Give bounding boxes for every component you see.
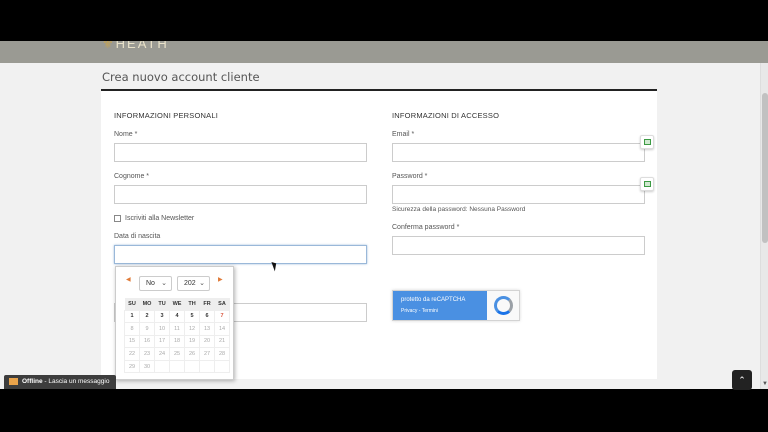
weekday-header: FR bbox=[199, 298, 215, 310]
confirm-password-label: Conferma password * bbox=[392, 224, 460, 231]
weekday-header: SU bbox=[124, 298, 140, 310]
calendar-grid: SU MO TU WE TH FR SA 1 2 3 4 5 6 7 8 9 10 11 12 13 14 15 16 17… bbox=[124, 298, 230, 374]
calendar-day[interactable]: 11 bbox=[169, 322, 185, 336]
calendar-day[interactable]: 25 bbox=[169, 347, 185, 361]
prev-month-icon[interactable]: ◀ bbox=[126, 276, 131, 283]
calendar-day[interactable]: 3 bbox=[154, 309, 170, 324]
recaptcha-panel: protetto da reCAPTCHA Privacy - Termini bbox=[393, 291, 487, 320]
calendar-day[interactable]: 18 bbox=[169, 334, 185, 349]
scroll-top-button[interactable]: ⌃ bbox=[732, 370, 752, 390]
calendar-day[interactable]: 30 bbox=[139, 359, 155, 374]
calendar-day[interactable]: 2 bbox=[139, 309, 155, 324]
email-label: Email * bbox=[392, 131, 415, 138]
calendar-day[interactable]: 17 bbox=[154, 334, 170, 349]
calendar-day[interactable]: 13 bbox=[199, 322, 215, 336]
calendar-day bbox=[214, 359, 230, 374]
month-select[interactable]: No ⌄ bbox=[139, 276, 172, 291]
calendar-day[interactable]: 26 bbox=[184, 347, 200, 361]
next-month-icon[interactable]: ▶ bbox=[218, 276, 223, 283]
email-input[interactable] bbox=[392, 143, 645, 162]
calendar-day bbox=[184, 359, 200, 374]
weekday-header: TU bbox=[154, 298, 170, 310]
first-name-label: Nome * bbox=[114, 131, 138, 138]
weekday-header: TH bbox=[184, 298, 200, 310]
chevron-up-icon: ⌃ bbox=[738, 375, 746, 385]
year-select[interactable]: 202 ⌄ bbox=[177, 276, 210, 291]
calendar-day[interactable]: 22 bbox=[124, 347, 140, 361]
calendar-day[interactable]: 28 bbox=[214, 347, 230, 361]
calendar-day[interactable]: 19 bbox=[184, 334, 200, 349]
envelope-icon bbox=[9, 378, 18, 385]
browser-viewport: ⚜HEATH ▼ Crea nuovo account cliente INFO… bbox=[0, 41, 768, 389]
weekday-header: MO bbox=[139, 298, 155, 310]
calendar-day[interactable]: 20 bbox=[199, 334, 215, 349]
calendar-day[interactable]: 8 bbox=[124, 322, 140, 336]
calendar-day[interactable]: 27 bbox=[199, 347, 215, 361]
confirm-password-input[interactable] bbox=[392, 236, 645, 255]
calendar-day[interactable]: 23 bbox=[139, 347, 155, 361]
calendar-day bbox=[169, 359, 185, 374]
calendar-day bbox=[199, 359, 215, 374]
chat-widget[interactable]: Offline - Lascia un messaggio bbox=[4, 375, 116, 389]
weekday-header: WE bbox=[169, 298, 185, 310]
password-input[interactable] bbox=[392, 185, 645, 204]
year-select-value: 202 bbox=[184, 280, 196, 287]
calendar-day[interactable]: 16 bbox=[139, 334, 155, 349]
calendar-day[interactable]: 10 bbox=[154, 322, 170, 336]
logo-text: HEATH bbox=[115, 41, 169, 49]
personal-info-heading: INFORMAZIONI PERSONALI bbox=[114, 111, 218, 120]
recaptcha-text: protetto da reCAPTCHA bbox=[401, 297, 466, 303]
recaptcha-links[interactable]: Privacy - Termini bbox=[401, 308, 438, 314]
calendar-day bbox=[154, 359, 170, 374]
calendar-day[interactable]: 12 bbox=[184, 322, 200, 336]
chevron-down-icon: ⌄ bbox=[199, 280, 205, 287]
password-strength-text: Sicurezza della password: Nessuna Passwo… bbox=[392, 206, 526, 213]
calendar-day[interactable]: 5 bbox=[184, 309, 200, 324]
chat-message: - Lascia un messaggio bbox=[42, 378, 110, 385]
calendar-day[interactable]: 9 bbox=[139, 322, 155, 336]
first-name-input[interactable] bbox=[114, 143, 367, 162]
weekday-header: SA bbox=[214, 298, 230, 310]
page-title: Crea nuovo account cliente bbox=[102, 70, 260, 84]
calendar-day[interactable]: 14 bbox=[214, 322, 230, 336]
newsletter-label: Iscriviti alla Newsletter bbox=[125, 215, 195, 222]
logo-mark-icon: ⚜ bbox=[102, 41, 116, 49]
chevron-down-icon: ⌄ bbox=[161, 280, 167, 287]
calendar-day[interactable]: 15 bbox=[124, 334, 140, 349]
month-select-value: No bbox=[146, 280, 155, 287]
dob-input[interactable] bbox=[114, 245, 367, 264]
page-scrollbar[interactable]: ▼ bbox=[760, 63, 768, 389]
calendar-day[interactable]: 21 bbox=[214, 334, 230, 349]
calendar-day[interactable]: 7 bbox=[214, 309, 230, 324]
scrollbar-thumb[interactable] bbox=[762, 93, 768, 243]
recaptcha-logo-icon bbox=[494, 296, 513, 315]
last-name-label: Cognome * bbox=[114, 173, 150, 180]
calendar-day[interactable]: 29 bbox=[124, 359, 140, 374]
calendar-day[interactable]: 6 bbox=[199, 309, 215, 324]
password-manager-icon[interactable] bbox=[640, 177, 654, 191]
access-info-heading: INFORMAZIONI DI ACCESSO bbox=[392, 111, 500, 120]
recaptcha-badge[interactable]: protetto da reCAPTCHA Privacy - Termini bbox=[392, 290, 520, 321]
site-header: ⚜HEATH bbox=[0, 41, 768, 63]
calendar-day[interactable]: 1 bbox=[124, 309, 140, 324]
site-logo[interactable]: ⚜HEATH bbox=[102, 41, 169, 49]
last-name-input[interactable] bbox=[114, 185, 367, 204]
password-label: Password * bbox=[392, 173, 428, 180]
newsletter-checkbox[interactable] bbox=[114, 215, 121, 222]
scroll-down-arrow-icon[interactable]: ▼ bbox=[762, 381, 768, 387]
datepicker-popup: ◀ No ⌄ 202 ⌄ ▶ SU MO TU WE TH FR SA 1 2 3 4 5 6 7 8 9 10 1… bbox=[115, 266, 234, 380]
calendar-day[interactable]: 24 bbox=[154, 347, 170, 361]
dob-label: Data di nascita bbox=[114, 233, 161, 240]
calendar-day[interactable]: 4 bbox=[169, 309, 185, 324]
password-manager-icon[interactable] bbox=[640, 135, 654, 149]
chat-status: Offline bbox=[22, 378, 43, 385]
